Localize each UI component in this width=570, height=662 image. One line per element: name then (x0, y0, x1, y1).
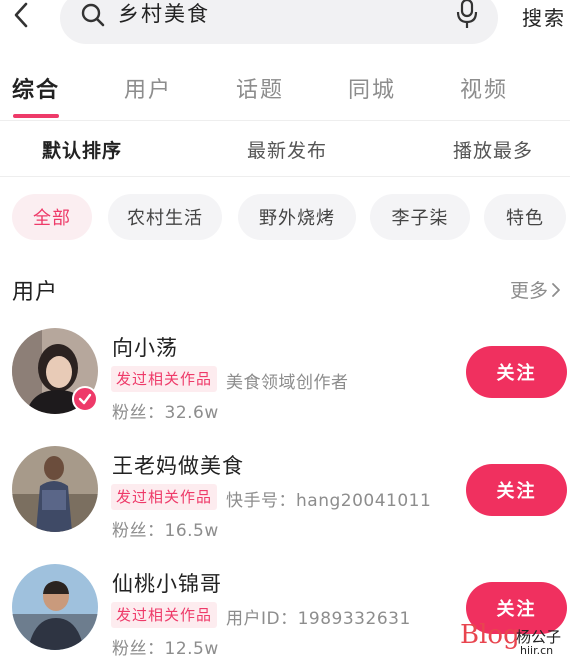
search-header: 乡村美食 搜索 (0, 0, 570, 52)
tab-comprehensive[interactable]: 综合 (12, 72, 60, 104)
user-description: 美食领域创作者 (226, 373, 349, 393)
chip-liziqi[interactable]: 李子柒 (370, 194, 470, 240)
check-badge-icon (72, 386, 98, 412)
more-link[interactable]: 更多 (510, 276, 562, 303)
related-works-badge: 发过相关作品 (111, 484, 218, 510)
search-input[interactable]: 乡村美食 (60, 0, 498, 44)
watermark-blog: Blog (460, 620, 520, 650)
tab-videos[interactable]: 视频 (460, 72, 508, 104)
fan-count: 粉丝：32.6w (112, 403, 219, 423)
search-query: 乡村美食 (118, 2, 210, 26)
back-icon[interactable] (8, 0, 34, 34)
result-tabs: 综合 用户 话题 同城 视频 (0, 70, 570, 120)
tab-users[interactable]: 用户 (124, 72, 172, 104)
divider (0, 176, 570, 177)
list-item[interactable]: 王老妈做美食 发过相关作品 快手号：hang20041011 粉丝：16.5w … (0, 446, 570, 546)
user-description: 快手号：hang20041011 (226, 491, 432, 511)
fan-count: 粉丝：16.5w (112, 521, 219, 541)
tab-topics[interactable]: 话题 (236, 72, 284, 104)
search-button[interactable]: 搜索 (522, 2, 566, 31)
microphone-icon[interactable] (454, 0, 480, 30)
search-icon (80, 2, 106, 28)
chip-rural-life[interactable]: 农村生活 (108, 194, 222, 240)
chip-featured[interactable]: 特色 (484, 194, 566, 240)
list-item[interactable]: 向小荡 发过相关作品 美食领域创作者 粉丝：32.6w 关注 (0, 328, 570, 428)
related-works-badge: 发过相关作品 (111, 366, 218, 392)
chevron-right-icon (552, 282, 560, 297)
filter-chips: 全部 农村生活 野外烧烤 李子柒 特色 (0, 194, 570, 242)
user-name[interactable]: 向小荡 (112, 332, 178, 362)
sort-options: 默认排序 最新发布 播放最多 (0, 122, 570, 176)
tab-local[interactable]: 同城 (348, 72, 396, 104)
user-description: 用户ID：1989332631 (226, 609, 411, 629)
avatar[interactable] (12, 446, 98, 532)
divider (0, 120, 570, 121)
avatar[interactable] (12, 564, 98, 650)
user-name[interactable]: 仙桃小锦哥 (112, 568, 222, 598)
user-name[interactable]: 王老妈做美食 (112, 450, 244, 480)
follow-button[interactable]: 关注 (466, 464, 567, 516)
active-tab-indicator (13, 114, 59, 118)
chip-all[interactable]: 全部 (12, 194, 92, 240)
watermark-site: hiir.cn (520, 644, 554, 657)
sort-default[interactable]: 默认排序 (42, 136, 122, 163)
related-works-badge: 发过相关作品 (111, 602, 218, 628)
sort-most-played[interactable]: 播放最多 (453, 136, 533, 163)
watermark: Blog 杨公子 hiir.cn (460, 620, 570, 662)
fan-count: 粉丝：12.5w (112, 639, 219, 659)
sort-latest[interactable]: 最新发布 (247, 136, 327, 163)
more-label: 更多 (510, 280, 549, 302)
chip-outdoor-bbq[interactable]: 野外烧烤 (238, 194, 356, 240)
section-title: 用户 (12, 280, 59, 305)
follow-button[interactable]: 关注 (466, 346, 567, 398)
